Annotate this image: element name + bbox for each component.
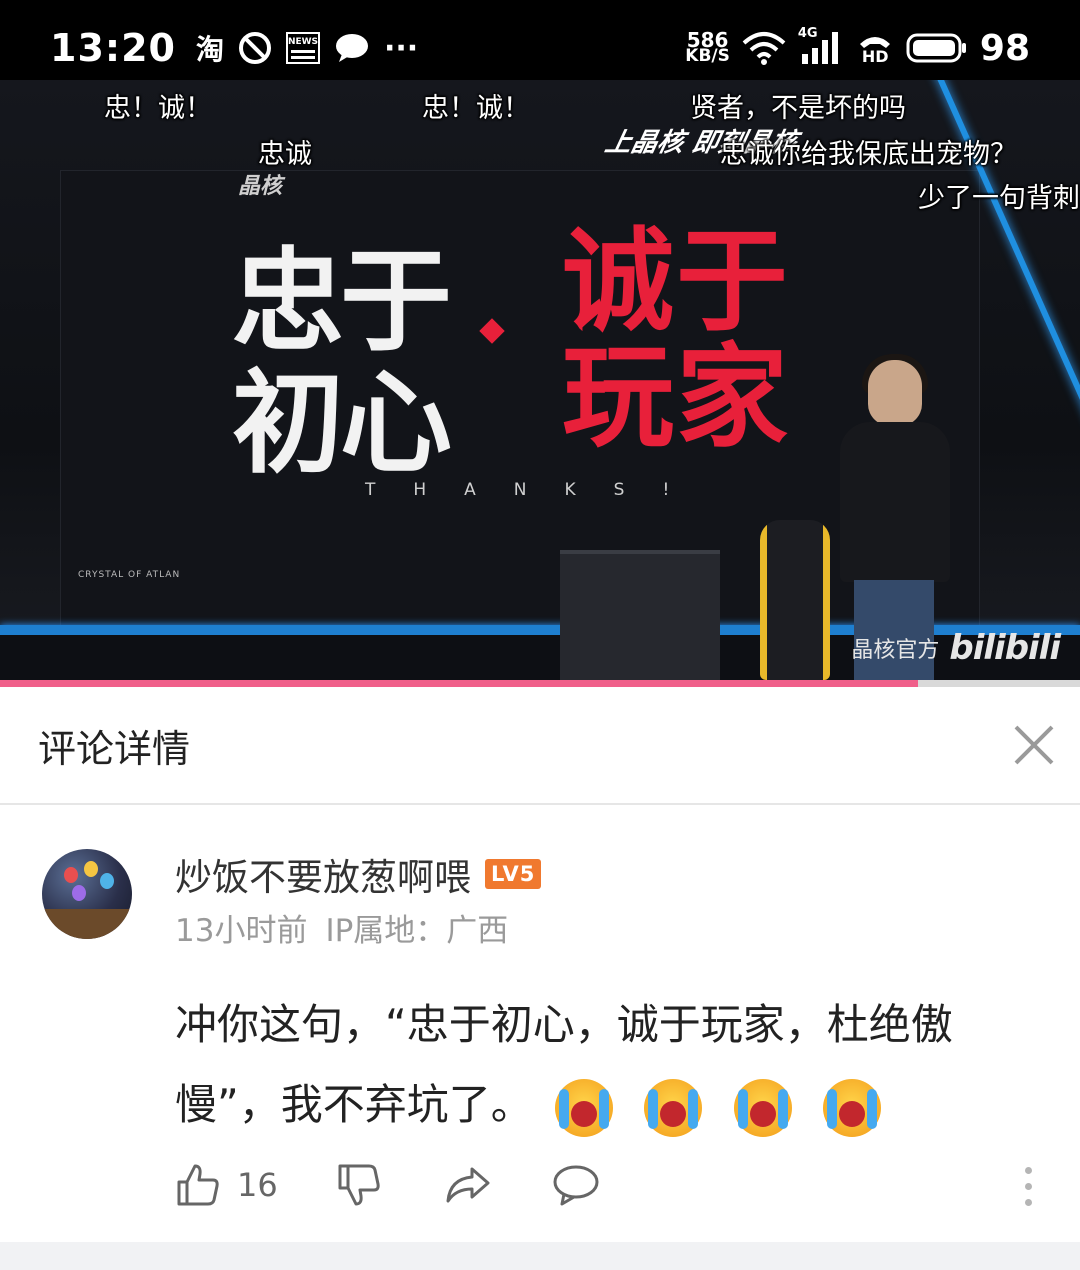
danmaku-comment: 忠诚你给我保底出宠物？ xyxy=(720,139,1017,170)
battery-icon xyxy=(906,32,968,64)
video-player[interactable]: 晶核 上晶核 即刻晶核 忠 于 初 心 诚 于 玩 家 THANKS! CRYS… xyxy=(0,80,1080,684)
panel-title: 评论详情 xyxy=(38,726,191,771)
chat-bubble-icon xyxy=(334,32,370,64)
username-text: 炒饭不要放葱啊喂 xyxy=(175,856,471,899)
news-notification-icon: NEWS xyxy=(285,32,320,64)
bottom-divider xyxy=(0,1242,1080,1270)
reply-button[interactable] xyxy=(552,1164,600,1206)
danmaku-comment: 少了一句背刺 xyxy=(918,183,1080,214)
video-progress-bar[interactable] xyxy=(0,680,1080,687)
brand-logo-mini: 晶核 xyxy=(238,174,283,199)
network-type: 4G xyxy=(797,26,818,41)
bilibili-logo: bilibili xyxy=(949,628,1061,668)
stage-desk xyxy=(560,550,720,684)
level-badge: LV5 xyxy=(485,859,542,889)
crying-emoji-icon xyxy=(644,1078,703,1137)
share-icon xyxy=(446,1167,490,1203)
hd-call-icon: HD xyxy=(856,30,894,66)
network-speed: 586 KB/S xyxy=(685,30,730,66)
gaming-chair xyxy=(760,520,830,680)
status-left: 13:20 淘 NEWS ··· xyxy=(50,26,418,70)
comment-item: 炒饭不要放葱啊喂 LV5 13小时前 IP属地：广西 冲你这句，“忠于初心，诚于… xyxy=(0,807,1080,1242)
danmaku-comment: 忠！诚！ xyxy=(104,93,212,124)
status-time: 13:20 xyxy=(50,26,176,70)
danmaku-comment: 贤者，不是坏的吗 xyxy=(690,93,906,124)
crying-emoji-icon xyxy=(555,1078,614,1137)
comment-time: 13小时前 xyxy=(175,913,308,949)
danmaku-comment: 忠诚 xyxy=(258,139,312,170)
crying-emoji-icon xyxy=(823,1078,882,1137)
like-count: 16 xyxy=(237,1166,278,1204)
video-watermark: 晶核官方 bilibili xyxy=(851,628,1061,668)
share-button[interactable] xyxy=(444,1165,492,1205)
screen-char-3: 初 xyxy=(232,359,344,489)
like-button[interactable]: 16 xyxy=(175,1162,278,1208)
comment-username[interactable]: 炒饭不要放葱啊喂 LV5 xyxy=(175,847,542,901)
more-options-icon[interactable] xyxy=(1025,1167,1032,1206)
screen-char-8: 家 xyxy=(676,333,788,463)
comment-ip-location: IP属地：广西 xyxy=(325,913,509,949)
news-label: NEWS xyxy=(287,37,319,47)
screen-char-1: 忠 xyxy=(232,237,344,367)
avatar[interactable] xyxy=(42,849,132,939)
more-notifications-icon: ··· xyxy=(383,30,419,66)
crying-emoji-icon xyxy=(733,1078,792,1137)
comment-actions: 16 xyxy=(175,1162,600,1208)
screen-char-4: 心 xyxy=(340,359,452,489)
taobao-notification-icon: 淘 xyxy=(195,33,224,66)
chat-bubble-icon xyxy=(553,1165,599,1206)
thumbs-down-icon xyxy=(338,1164,380,1206)
thanks-text: THANKS! xyxy=(365,480,708,500)
screen-char-2: 于 xyxy=(340,237,452,367)
network-speed-unit: KB/S xyxy=(685,46,730,66)
video-progress-fill xyxy=(0,680,918,687)
status-right: 586 KB/S 4G HD 98 xyxy=(685,26,1030,69)
screen-char-6: 于 xyxy=(676,217,788,347)
wifi-icon xyxy=(742,31,786,65)
close-icon[interactable] xyxy=(1012,723,1056,767)
watermark-text: 晶核官方 xyxy=(851,638,940,663)
hd-label: HD xyxy=(861,47,889,66)
screen-char-5: 诚 xyxy=(562,217,674,347)
crystal-label: CRYSTAL OF ATLAN xyxy=(78,570,181,580)
thumbs-up-icon xyxy=(177,1164,219,1206)
battery-level: 98 xyxy=(979,27,1030,69)
do-not-disturb-icon xyxy=(238,31,272,65)
screen-char-7: 玩 xyxy=(562,333,674,463)
comment-meta: 13小时前 IP属地：广西 xyxy=(175,905,508,950)
dislike-button[interactable] xyxy=(336,1162,382,1208)
danmaku-comment: 忠！诚！ xyxy=(422,93,530,124)
cellular-signal-icon: 4G xyxy=(798,26,844,66)
comment-detail-header: 评论详情 xyxy=(0,687,1080,805)
comment-text: 冲你这句，“忠于初心，诚于玩家，杜绝傲慢”，我不弃坑了。 xyxy=(175,985,1035,1145)
